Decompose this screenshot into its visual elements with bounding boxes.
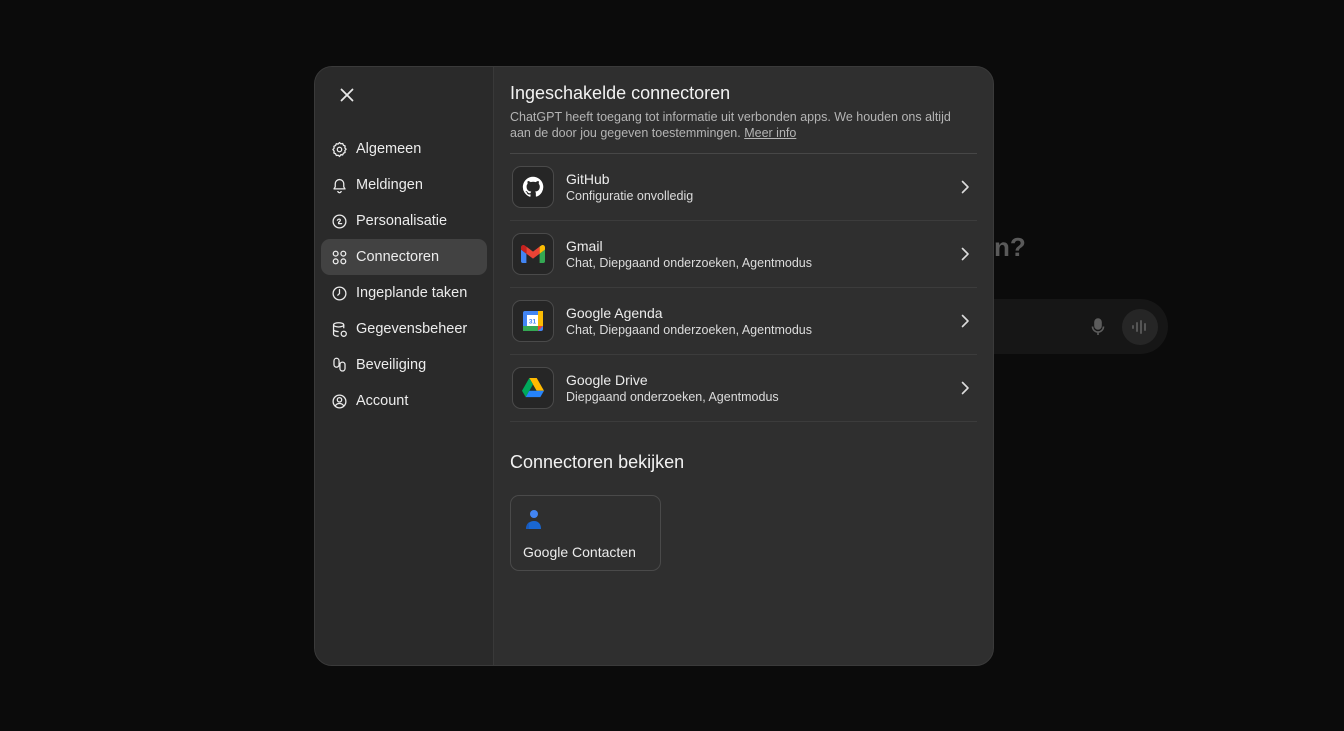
sidebar-item-label: Gegevensbeheer [356,321,468,337]
sidebar-item-ingeplande-taken[interactable]: Ingeplande taken [321,275,487,311]
sidebar-item-gegevensbeheer[interactable]: Gegevensbeheer [321,311,487,347]
sidebar-item-label: Beveiliging [356,357,427,373]
chevron-right-icon [961,247,969,261]
sidebar-item-label: Account [356,393,409,409]
connector-status: Configuratie onvolledig [566,189,694,203]
settings-modal: Algemeen Meldingen Personalisatie Connec… [314,66,994,666]
connector-status: Diepgaand onderzoeken, Agentmodus [566,390,779,404]
more-info-link[interactable]: Meer info [744,126,796,140]
sidebar-item-algemeen[interactable]: Algemeen [321,131,487,167]
connector-row-google-drive[interactable]: Google Drive Diepgaand onderzoeken, Agen… [510,355,977,422]
sidebar-item-label: Algemeen [356,141,422,157]
chevron-right-icon [961,180,969,194]
personalization-icon [332,213,347,229]
connector-row-google-agenda[interactable]: 31 Google Agenda Chat, Diepgaand onderzo… [510,288,977,355]
connector-name: Gmail [566,238,603,254]
connector-name: Google Drive [566,372,648,388]
account-icon [332,393,347,409]
settings-sidebar: Algemeen Meldingen Personalisatie Connec… [315,67,494,665]
enabled-connectors-description: ChatGPT heeft toegang tot informatie uit… [510,110,951,140]
chevron-right-icon [961,381,969,395]
enabled-connectors-title: Ingeschakelde connectoren [510,83,731,103]
bell-icon [333,178,346,193]
google-calendar-icon: 31 [512,300,554,342]
connector-card-google-contacten[interactable]: Google Contacten [510,495,661,571]
sidebar-item-connectoren[interactable]: Connectoren [321,239,487,275]
connector-card-name: Google Contacten [523,544,636,560]
sidebar-item-label: Meldingen [356,177,423,193]
connector-status: Chat, Diepgaand onderzoeken, Agentmodus [566,323,813,337]
connector-name: GitHub [566,171,610,187]
security-icon [333,357,346,372]
sidebar-item-label: Personalisatie [356,213,448,229]
svg-text:31: 31 [529,319,537,326]
clock-icon [332,285,347,301]
sidebar-item-label: Connectoren [356,249,440,265]
voice-mode-button[interactable] [1122,309,1158,345]
connector-name: Google Agenda [566,305,663,321]
database-icon [332,321,347,337]
connector-status: Chat, Diepgaand onderzoeken, Agentmodus [566,256,813,270]
connectors-icon [332,250,347,264]
sidebar-item-account[interactable]: Account [321,383,487,419]
background-heading-fragment: n? [994,232,1026,262]
google-drive-icon [512,367,554,409]
gear-icon [332,141,347,157]
connector-row-gmail[interactable]: Gmail Chat, Diepgaand onderzoeken, Agent… [510,221,977,288]
connectors-panel: Ingeschakelde connectoren ChatGPT heeft … [494,67,993,665]
close-button[interactable] [333,81,361,109]
sidebar-item-beveiliging[interactable]: Beveiliging [321,347,487,383]
chevron-right-icon [961,314,969,328]
close-icon [340,88,354,102]
waveform-icon [1132,320,1146,334]
browse-connectors-title: Connectoren bekijken [510,452,685,472]
github-icon [512,166,554,208]
sidebar-item-meldingen[interactable]: Meldingen [321,167,487,203]
gmail-icon [512,233,554,275]
sidebar-item-label: Ingeplande taken [356,285,468,301]
sidebar-item-personalisatie[interactable]: Personalisatie [321,203,487,239]
connector-row-github[interactable]: GitHub Configuratie onvolledig [510,154,977,221]
google-contacts-icon [526,510,541,529]
microphone-icon[interactable] [1090,318,1106,336]
